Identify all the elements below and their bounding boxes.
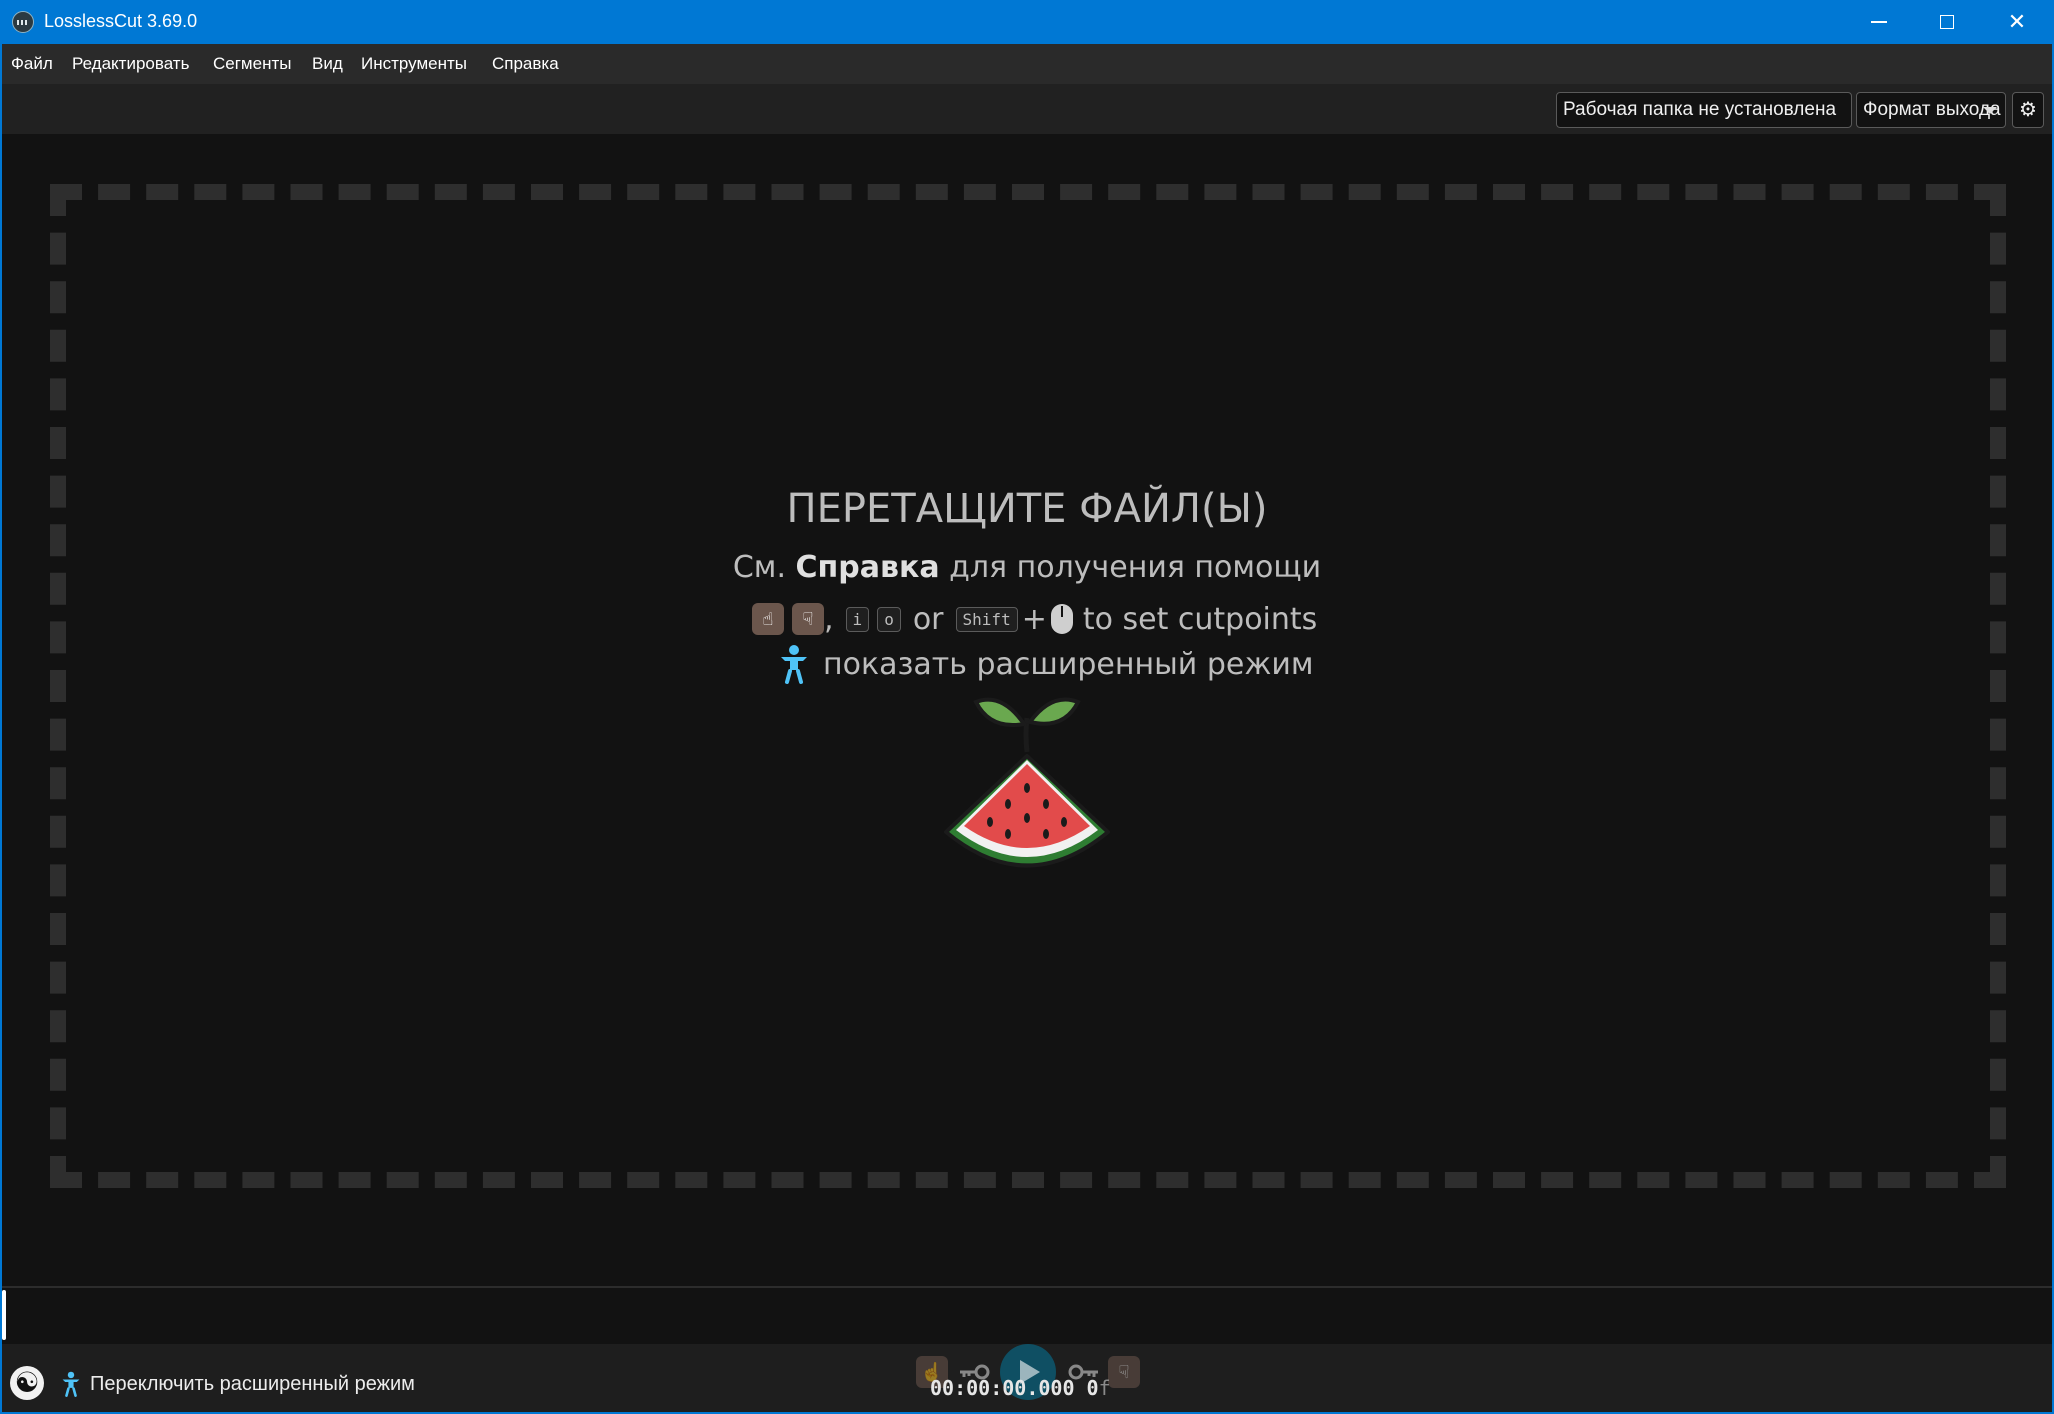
key-shift: Shift — [955, 606, 1018, 632]
toggle-advanced-mode-button[interactable]: Переключить расширенный режим — [60, 1368, 415, 1400]
cut-text: to set cutpoints — [1082, 601, 1318, 637]
menu-bar: Файл Редактировать Сегменты Вид Инструме… — [2, 44, 2052, 84]
timeline-cursor[interactable] — [2, 1290, 6, 1340]
window-title: LosslessCut 3.69.0 — [44, 11, 198, 31]
minimize-button[interactable] — [1844, 0, 1914, 44]
set-cut-end-icon: ☟ — [792, 603, 824, 635]
top-toolbar: Рабочая папка не установлена Формат выхо… — [2, 84, 2052, 134]
close-icon: ✕ — [2007, 9, 2027, 34]
cut-end-icon: ☟ — [1118, 1361, 1130, 1382]
timeline[interactable] — [2, 1286, 2052, 1346]
close-button[interactable]: ✕ — [1982, 0, 2052, 44]
cut-separator: , — [824, 601, 834, 637]
output-format-select[interactable]: Формат выхода — [1856, 92, 2006, 128]
cut-or: or — [912, 601, 944, 637]
toggle-advanced-label: Переключить расширенный режим — [90, 1372, 415, 1395]
baby-icon — [781, 645, 807, 684]
cut-plus: + — [1021, 601, 1047, 637]
show-advanced-mode-link[interactable]: показать расширенный режим — [777, 642, 1313, 686]
working-directory-button[interactable]: Рабочая папка не установлена — [1556, 92, 1852, 128]
key-in: i — [845, 606, 870, 632]
set-cut-start-icon: ☝ — [752, 603, 784, 635]
settings-button[interactable]: ⚙ — [2012, 92, 2044, 128]
timecode-display[interactable]: 00:00:00.000 0f — [930, 1376, 1111, 1400]
set-cut-end-button[interactable]: ☟ — [1108, 1356, 1140, 1388]
maximize-icon — [1940, 15, 1954, 29]
help-hint: См. Справка для получения помощи — [2, 550, 2052, 585]
output-format-label: Формат выхода — [1863, 99, 2001, 120]
menu-file[interactable]: Файл — [11, 54, 53, 74]
theme-toggle-button[interactable]: ☯ — [10, 1366, 44, 1400]
app-icon — [12, 11, 34, 33]
baby-icon — [62, 1371, 80, 1397]
frame-count: 0 — [1086, 1376, 1099, 1400]
menu-view[interactable]: Вид — [312, 54, 343, 74]
drop-zone[interactable]: ПЕРЕТАЩИТЕ ФАЙЛ(Ы) См. Справка для получ… — [2, 134, 2052, 1286]
menu-help[interactable]: Справка — [492, 54, 559, 74]
gear-icon: ⚙ — [2019, 99, 2037, 121]
help-link[interactable]: Справка — [796, 550, 940, 585]
help-suffix: для получения помощи — [949, 550, 1322, 585]
title-bar: LosslessCut 3.69.0 ✕ — [0, 0, 2054, 44]
cutpoint-hint: ☝ ☟ , i o or Shift + to set cutpoints — [752, 598, 1317, 640]
menu-edit[interactable]: Редактировать — [72, 54, 189, 74]
watermelon-logo — [944, 697, 1110, 868]
drop-zone-border — [50, 184, 2006, 1188]
minimize-icon — [1871, 21, 1887, 23]
yin-yang-icon: ☯ — [14, 1367, 40, 1398]
maximize-button[interactable] — [1912, 0, 1982, 44]
help-prefix: См. — [732, 550, 786, 585]
menu-segments[interactable]: Сегменты — [213, 54, 291, 74]
app-frame: Файл Редактировать Сегменты Вид Инструме… — [2, 44, 2052, 1412]
timecode-value: 00:00:00.000 — [930, 1376, 1075, 1400]
chevron-down-icon — [1983, 107, 1997, 114]
menu-tools[interactable]: Инструменты — [361, 54, 467, 74]
bottom-controls: ☝ ☟ ☯ Переключить расширенный режим 00:0… — [2, 1344, 2052, 1412]
drop-title: ПЕРЕТАЩИТЕ ФАЙЛ(Ы) — [786, 486, 1268, 532]
key-out: o — [877, 606, 901, 632]
advanced-mode-label: показать расширенный режим — [823, 646, 1314, 682]
frame-suffix: f — [1098, 1376, 1111, 1400]
mouse-icon — [1050, 604, 1073, 634]
